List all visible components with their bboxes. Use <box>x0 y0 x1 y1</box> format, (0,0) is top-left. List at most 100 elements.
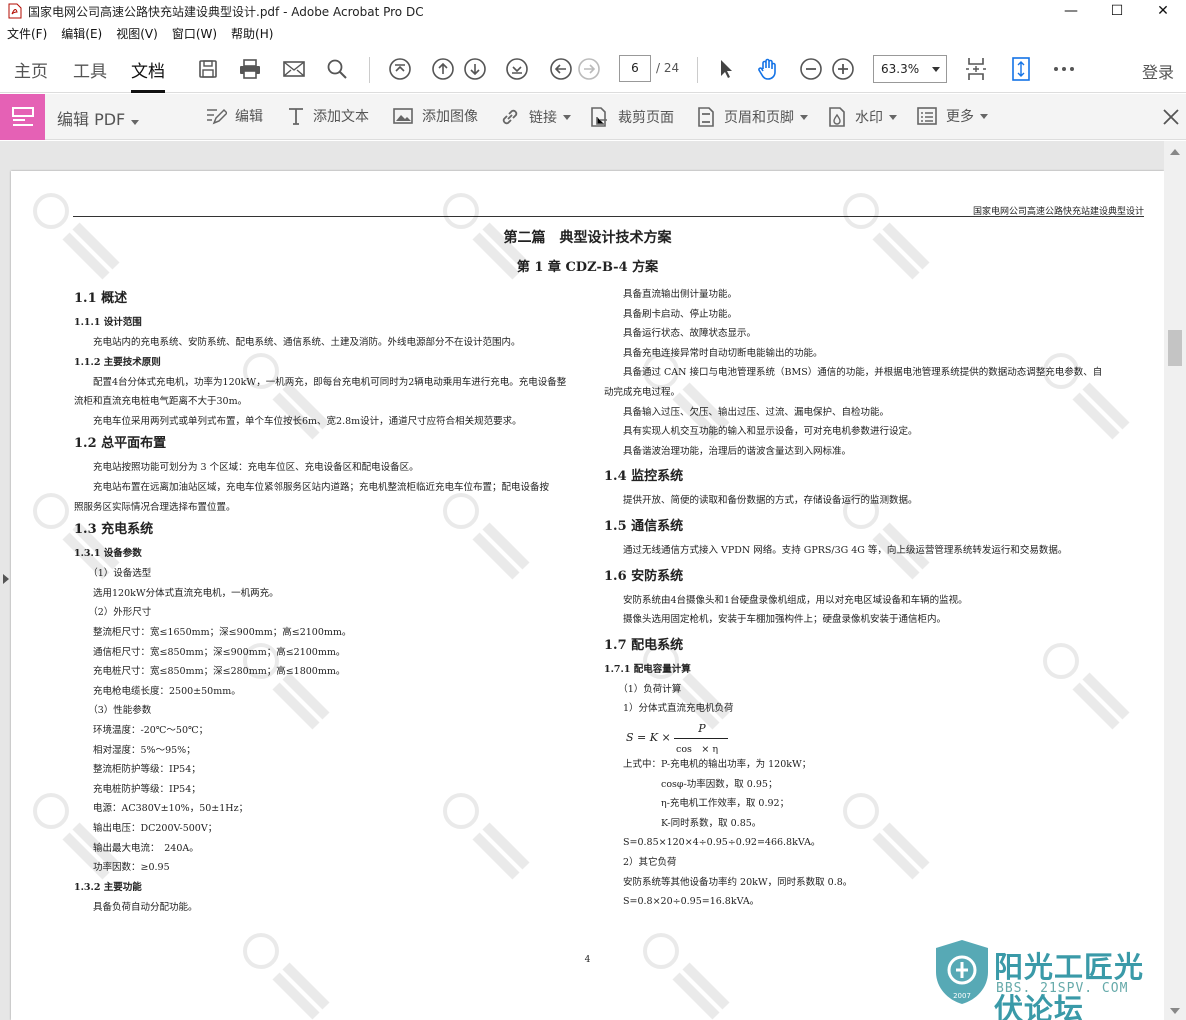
text-line: cosφ-功率因数，取 0.95； <box>604 778 778 790</box>
email-icon[interactable] <box>280 55 308 83</box>
watermark-stamp-icon <box>1041 641 1131 731</box>
menu-file[interactable]: 文件(F) <box>0 24 54 44</box>
add-image-button[interactable]: 添加图像 <box>392 106 478 126</box>
hand-tool-icon[interactable] <box>754 55 782 83</box>
window-title: 国家电网公司高速公路快充站建设典型设计.pdf - Adobe Acrobat … <box>28 4 424 19</box>
minimize-button[interactable]: — <box>1048 0 1094 22</box>
text-line: 环境温度：-20℃～50℃； <box>74 725 209 736</box>
save-icon[interactable] <box>194 55 222 83</box>
page-display-icon[interactable] <box>962 55 990 83</box>
tab-document[interactable]: 文档 <box>131 57 165 93</box>
text-line: 相对湿度：5%～95%； <box>74 744 196 756</box>
text-line: 充电枪电缆长度：2500±50mm。 <box>74 685 241 697</box>
header-rule <box>73 216 1144 217</box>
chevron-down-icon <box>131 120 140 125</box>
select-cursor-icon[interactable] <box>712 55 740 83</box>
text-line: 通过无线通信方式接入 VPDN 网络。支持 GPRS/3G 4G 等，向上级运营… <box>604 545 1068 556</box>
text-line: 具备刷卡启动、停止功能。 <box>604 308 738 320</box>
expand-panel-arrow-icon[interactable] <box>3 574 9 584</box>
watermark-stamp-icon <box>31 791 121 881</box>
text-line: S=0.8×20÷0.95=16.8kVA。 <box>604 896 760 908</box>
watermark-stamp-icon <box>1041 351 1131 441</box>
add-text-button[interactable]: 添加文本 <box>287 106 369 126</box>
edit-pdf-badge-icon[interactable] <box>0 94 45 140</box>
next-page-icon[interactable] <box>461 55 489 83</box>
chevron-down-icon <box>800 114 808 120</box>
last-page-icon[interactable] <box>503 55 531 83</box>
watermark-stamp-icon <box>441 491 531 581</box>
watermark-stamp-icon <box>31 191 121 281</box>
section-heading: 1.2 总平面布置 <box>74 436 167 452</box>
watermark-button[interactable]: 水印 <box>827 106 897 128</box>
toolbar-divider <box>697 57 698 83</box>
text-line: η-充电机工作效率，取 0.92； <box>604 798 790 810</box>
more-button[interactable]: 更多 <box>916 106 988 126</box>
text-line: 具备负荷自动分配功能。 <box>74 901 198 913</box>
watermark-stamp-icon <box>641 931 731 1020</box>
main-toolbar: 主页 工具 文档 6 / 24 63.3% 登录 <box>0 45 1186 93</box>
previous-page-icon[interactable] <box>429 55 457 83</box>
text-line: 安防系统由4台摄像头和1台硬盘录像机组成，用以对充电区域设备和车辆的监视。 <box>604 594 968 606</box>
zoom-level-select[interactable]: 63.3% <box>873 55 947 83</box>
chevron-down-icon <box>980 113 988 119</box>
fraction-bar <box>674 738 728 739</box>
link-button[interactable]: 链接 <box>499 106 571 128</box>
page-total: / 24 <box>656 61 680 75</box>
pdf-page: 国家电网公司高速公路快充站建设典型设计 第二篇 典型设计技术方案 第 1 章 C… <box>11 171 1164 1020</box>
zoom-level-value: 63.3% <box>881 62 920 76</box>
subsection-heading: 1.1.2 主要技术原则 <box>74 356 161 368</box>
watermark-stamp-icon <box>841 491 931 581</box>
shield-logo-icon: 2007 <box>936 940 988 1004</box>
watermark-stamp-icon <box>241 351 331 441</box>
search-icon[interactable] <box>323 55 351 83</box>
watermark-stamp-icon <box>241 641 331 731</box>
first-page-icon[interactable] <box>386 55 414 83</box>
tab-home[interactable]: 主页 <box>14 57 48 82</box>
watermark-stamp-icon <box>441 791 531 881</box>
section-heading: 1.5 通信系统 <box>604 519 684 534</box>
header-footer-button[interactable]: 页眉和页脚 <box>696 106 808 128</box>
text-line: S=0.85×120×4÷0.95÷0.92=466.8kVA。 <box>604 837 821 849</box>
edit-button[interactable]: 编辑 <box>205 106 263 126</box>
chapter-title: 第 1 章 CDZ-B-4 方案 <box>516 260 659 275</box>
fit-page-icon[interactable] <box>1007 55 1035 83</box>
text-line: 选用120kW分体式直流充电机，一机两充。 <box>74 587 279 599</box>
menu-edit[interactable]: 编辑(E) <box>54 24 109 44</box>
text-line: （3）性能参数 <box>74 705 152 717</box>
print-icon[interactable] <box>236 55 264 83</box>
logo-url: BBS. 21SPV. COM <box>996 981 1129 996</box>
text-line: 具备运行状态、故障状态显示。 <box>604 328 757 340</box>
toolbar-divider <box>369 57 370 83</box>
zoom-out-icon[interactable] <box>797 55 825 83</box>
back-view-icon[interactable] <box>547 55 575 83</box>
forum-logo: 2007 阳光工匠光伏论坛 BBS. 21SPV. COM <box>932 938 1172 1020</box>
watermark-stamp-icon <box>241 931 331 1020</box>
text-line: 2）其它负荷 <box>604 857 677 868</box>
tab-tools[interactable]: 工具 <box>73 57 107 82</box>
zoom-in-icon[interactable] <box>829 55 857 83</box>
part-title: 第二篇 典型设计技术方案 <box>503 230 672 246</box>
page-number-input[interactable]: 6 <box>619 55 651 82</box>
crop-pages-button[interactable]: 裁剪页面 <box>588 106 674 128</box>
scrollbar-thumb[interactable] <box>1168 330 1182 366</box>
menu-window[interactable]: 窗口(W) <box>165 24 224 44</box>
chevron-down-icon <box>889 114 897 120</box>
watermark-stamp-icon <box>841 191 931 281</box>
section-heading: 1.1 概述 <box>74 291 128 306</box>
section-heading: 1.4 监控系统 <box>604 469 684 485</box>
forward-view-icon[interactable] <box>575 55 603 83</box>
edit-pdf-label[interactable]: 编辑 PDF <box>57 106 140 130</box>
text-line: 流柜和直流充电桩电气距离不大于30m。 <box>74 396 248 408</box>
vertical-scrollbar[interactable] <box>1164 141 1186 1020</box>
menu-help[interactable]: 帮助(H) <box>224 24 280 44</box>
maximize-button[interactable]: ☐ <box>1094 0 1140 22</box>
menu-view[interactable]: 视图(V) <box>109 24 165 44</box>
pdf-file-icon <box>8 3 22 19</box>
watermark-stamp-icon <box>31 491 121 581</box>
scroll-up-icon[interactable] <box>1170 149 1180 155</box>
close-icon[interactable] <box>1160 106 1182 128</box>
logo-year: 2007 <box>953 992 971 1000</box>
close-window-button[interactable]: ✕ <box>1140 0 1186 22</box>
login-button[interactable]: 登录 <box>1142 59 1174 83</box>
more-tools-icon[interactable] <box>1050 55 1078 83</box>
